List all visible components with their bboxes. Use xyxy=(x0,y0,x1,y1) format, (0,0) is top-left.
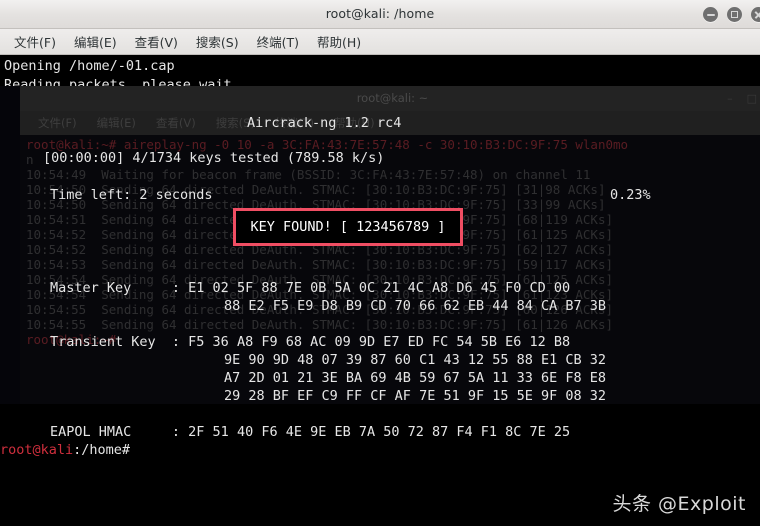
transient-key-value-0: F5 36 A8 F9 68 AC 09 9D E7 ED FC 54 5B E… xyxy=(188,334,571,350)
master-key-row: Master Key : E1 02 5F 88 7E 0B 5A 0C 21 … xyxy=(50,280,570,296)
terminal-window: root@kali: /home 文件(F) 编辑(E) 查看(V) 搜索(S)… xyxy=(0,0,760,526)
maximize-button[interactable] xyxy=(727,7,742,22)
window-title: root@kali: /home xyxy=(325,6,435,21)
transient-key-row: Transient Key : F5 36 A8 F9 68 AC 09 9D … xyxy=(50,334,570,350)
master-key-label: Master Key : xyxy=(50,280,189,296)
eapol-hmac-value: 2F 51 40 F6 4E 9E EB 7A 50 72 87 F4 F1 8… xyxy=(188,424,571,440)
terminal-line-opening: Opening /home/-01.cap xyxy=(4,58,175,74)
background-line: 10:54:49 Waiting for beacon frame (BSSID… xyxy=(26,167,591,182)
master-key-value-0: E1 02 5F 88 7E 0B 5A 0C 21 4C A8 D6 45 F… xyxy=(188,280,571,296)
key-found-text: KEY FOUND! [ 123456789 ] xyxy=(250,219,446,235)
key-found-box: KEY FOUND! [ 123456789 ] xyxy=(233,208,463,246)
shell-prompt[interactable]: root@kali:/home# xyxy=(0,442,130,458)
background-line: 10:54:55 Sending 64 directed DeAuth. STM… xyxy=(26,317,613,332)
minimize-icon xyxy=(706,13,715,16)
transient-key-value-1: 9E 90 9D 48 07 39 87 60 C1 43 12 55 88 E… xyxy=(224,352,607,368)
maximize-icon xyxy=(731,11,738,18)
close-button[interactable] xyxy=(751,7,760,22)
menu-item-terminal[interactable]: 终端(T) xyxy=(248,30,308,53)
aircrack-title: Aircrack-ng 1.2 rc4 xyxy=(247,115,402,131)
background-menu-item-file[interactable]: 文件(F) xyxy=(28,115,87,131)
eapol-hmac-label: EAPOL HMAC : xyxy=(50,424,189,440)
background-maximize-icon[interactable]: □ xyxy=(747,92,757,105)
background-line: n xyxy=(26,152,34,167)
background-window-titlebar[interactable]: root@kali: ~ – □ xyxy=(20,86,760,112)
background-menu-item-view[interactable]: 查看(V) xyxy=(146,115,206,131)
minimize-button[interactable] xyxy=(703,7,718,22)
background-left-gutter xyxy=(0,86,20,404)
transient-key-value-3: 29 28 BF EF C9 FF CF AF 7E 51 9F 15 5E 9… xyxy=(224,388,607,404)
aircrack-time-left: Time left: 2 seconds xyxy=(50,187,213,203)
master-key-value-1: 88 E2 F5 E9 D8 B9 CD 70 66 62 EB 44 84 C… xyxy=(224,298,607,314)
menu-item-edit[interactable]: 编辑(E) xyxy=(65,30,126,53)
menu-item-help[interactable]: 帮助(H) xyxy=(308,30,370,53)
menu-item-view[interactable]: 查看(V) xyxy=(126,30,187,53)
eapol-hmac-row: EAPOL HMAC : 2F 51 40 F6 4E 9E EB 7A 50 … xyxy=(50,424,570,440)
background-minimize-icon[interactable]: – xyxy=(727,92,733,105)
prompt-path: :/home# xyxy=(73,442,131,458)
background-line: 10:54:53 Sending 64 directed DeAuth. STM… xyxy=(26,257,613,272)
aircrack-percent: 0.23% xyxy=(610,187,651,203)
transient-key-label: Transient Key : xyxy=(50,334,189,350)
background-menu-item-edit[interactable]: 编辑(E) xyxy=(87,115,146,131)
screen-root: root@kali: /home 文件(F) 编辑(E) 查看(V) 搜索(S)… xyxy=(0,0,760,526)
background-window-controls: – □ xyxy=(727,92,757,105)
transient-key-value-2: A7 2D 01 21 3E BA 69 4B 59 67 5A 11 33 6… xyxy=(224,370,607,386)
background-window-title: root@kali: ~ xyxy=(356,91,429,105)
window-titlebar[interactable]: root@kali: /home xyxy=(0,0,760,29)
prompt-user: root@kali xyxy=(0,442,74,458)
watermark: 头条 @Exploit xyxy=(612,493,746,515)
aircrack-progress: [00:00:00] 4/1734 keys tested (789.58 k/… xyxy=(43,150,385,166)
menu-item-file[interactable]: 文件(F) xyxy=(5,30,65,53)
terminal-output-area[interactable]: Opening /home/-01.cap Reading packets, p… xyxy=(0,55,760,526)
menubar: 文件(F) 编辑(E) 查看(V) 搜索(S) 终端(T) 帮助(H) xyxy=(0,29,760,55)
window-controls xyxy=(703,7,760,22)
menu-item-search[interactable]: 搜索(S) xyxy=(187,30,248,53)
